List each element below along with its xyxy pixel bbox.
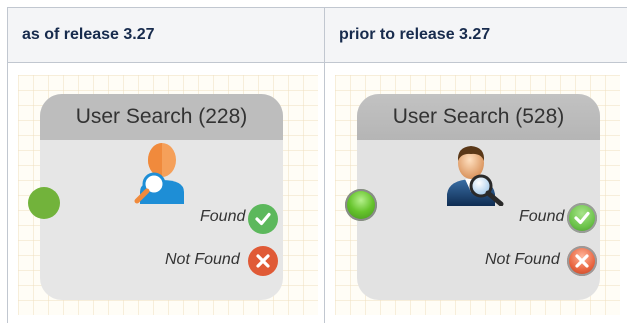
input-connector[interactable] [345,189,377,221]
found-check-icon[interactable] [567,203,597,233]
found-label: Found [519,208,565,225]
not-found-x-icon[interactable] [248,246,278,276]
user-search-node[interactable]: User Search (528) Found Not Found [357,94,600,300]
found-check-icon[interactable] [248,204,278,234]
not-found-label: Not Found [485,251,560,268]
cell-old-node: User Search (528) Found Not Found [324,62,627,323]
node-title: User Search (528) [357,94,600,140]
input-connector[interactable] [28,187,60,219]
user-search-icon [132,142,192,204]
canvas-grid: User Search (228) Found Not Found [18,75,318,315]
not-found-x-icon[interactable] [567,246,597,276]
user-search-icon [443,144,507,207]
column-header-old: prior to release 3.27 [324,7,627,63]
canvas-grid: User Search (528) Found Not Found [335,75,620,315]
comparison-table: as of release 3.27 prior to release 3.27… [7,7,627,323]
column-header-new: as of release 3.27 [7,7,325,63]
not-found-label: Not Found [165,251,240,268]
found-label: Found [200,208,246,225]
node-title: User Search (228) [40,94,283,140]
cell-new-node: User Search (228) Found Not Found [7,62,325,323]
user-search-node[interactable]: User Search (228) Found Not Found [40,94,283,300]
